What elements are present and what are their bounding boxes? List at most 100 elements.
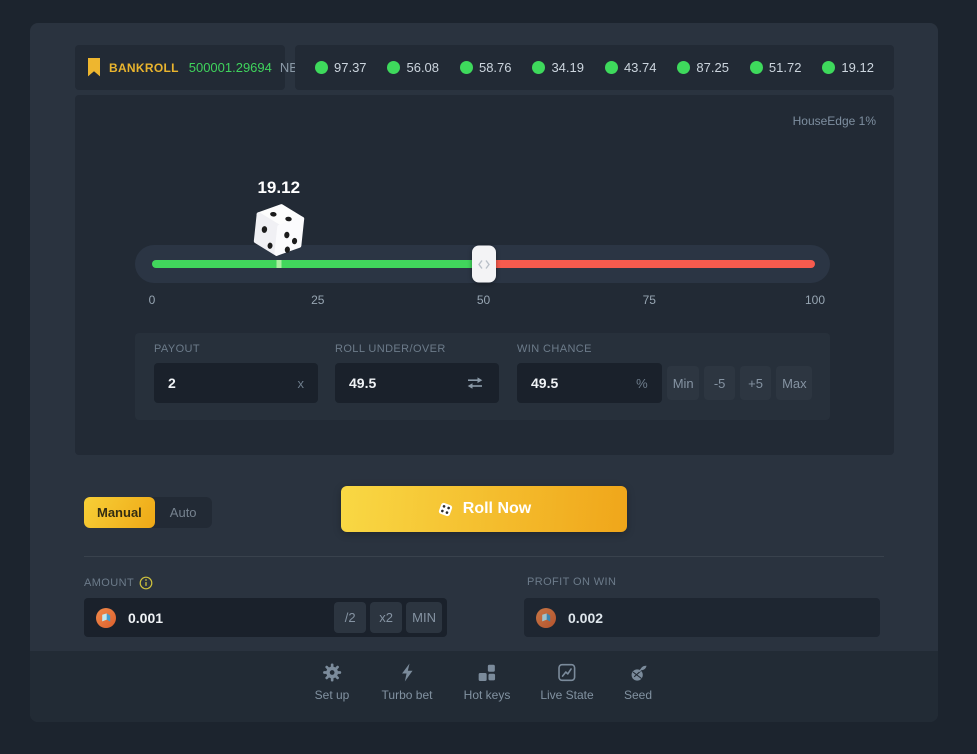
- win-dot-icon: [822, 61, 835, 74]
- amount-min-button[interactable]: MIN: [406, 602, 442, 633]
- win-chance-plus5-button[interactable]: +5: [740, 366, 771, 400]
- gear-icon: [322, 663, 341, 682]
- scale-tick-label: 75: [643, 293, 656, 307]
- profit-on-win-field: 0.002: [524, 598, 880, 637]
- win-dot-icon: [387, 61, 400, 74]
- roll-history-item: 56.08: [387, 60, 439, 75]
- dice-game-card: BANKROLL 500001.29694 NBX 97.37 56.08 58…: [30, 23, 938, 722]
- amount-input[interactable]: [128, 610, 330, 626]
- mode-manual-button[interactable]: Manual: [84, 497, 155, 528]
- win-chance-min-button[interactable]: Min: [667, 366, 699, 400]
- roll-history-value: 19.12: [841, 60, 874, 75]
- footer-item-set-up[interactable]: Set up: [315, 663, 350, 702]
- chevron-left-icon: [478, 259, 483, 269]
- slider-scale: 0 25 50 75 100: [152, 293, 815, 307]
- amount-double-button[interactable]: x2: [370, 602, 402, 633]
- win-chance-minus5-button[interactable]: -5: [704, 366, 735, 400]
- mode-auto-button[interactable]: Auto: [155, 497, 212, 528]
- amount-section-label: AMOUNT: [84, 576, 153, 590]
- profit-section-label: PROFIT ON WIN: [527, 576, 616, 588]
- chart-frame-icon: [558, 663, 577, 682]
- win-chance-suffix: %: [636, 376, 648, 391]
- footer-toolbar: Set up Turbo bet Hot keys: [30, 651, 938, 722]
- bookmark-icon: [87, 58, 101, 77]
- roll-now-label: Roll Now: [463, 500, 531, 518]
- section-divider: [84, 556, 884, 557]
- roll-history-item: 43.74: [605, 60, 657, 75]
- roll-history-value: 87.25: [696, 60, 729, 75]
- footer-item-live-state[interactable]: Live State: [540, 663, 593, 702]
- roll-history-item: 19.12: [822, 60, 874, 75]
- payout-input[interactable]: [168, 375, 292, 391]
- win-dot-icon: [532, 61, 545, 74]
- scale-tick-label: 50: [477, 293, 490, 307]
- roll-history-item: 51.72: [750, 60, 802, 75]
- swap-direction-icon[interactable]: [465, 375, 485, 391]
- win-chance-field: %: [517, 363, 662, 403]
- game-panel: HouseEdge 1% 19.12: [75, 95, 894, 455]
- coin-icon: [96, 608, 116, 628]
- scale-tick-label: 25: [311, 293, 324, 307]
- roll-now-button[interactable]: Roll Now: [341, 486, 627, 532]
- roll-history-value: 58.76: [479, 60, 512, 75]
- profit-label-text: PROFIT ON WIN: [527, 576, 616, 588]
- amount-half-button[interactable]: /2: [334, 602, 366, 633]
- profit-value: 0.002: [568, 610, 603, 626]
- footer-item-turbo-bet[interactable]: Turbo bet: [382, 663, 433, 702]
- roll-history-value: 56.08: [406, 60, 439, 75]
- footer-item-label: Turbo bet: [382, 688, 433, 702]
- scale-tick-label: 100: [805, 293, 825, 307]
- win-chance-group: WIN CHANCE % Min -5 +5 Max: [517, 343, 812, 403]
- roll-under-over-label: ROLL UNDER/OVER: [335, 343, 499, 355]
- scale-tick-label: 0: [149, 293, 156, 307]
- chevron-right-icon: [485, 259, 490, 269]
- roll-history-value: 43.74: [624, 60, 657, 75]
- footer-item-label: Set up: [315, 688, 350, 702]
- slider-track-container: 19.12: [135, 245, 830, 283]
- roll-result-value: 19.12: [257, 178, 300, 198]
- track-green: [152, 260, 484, 268]
- footer-item-seed[interactable]: Seed: [624, 663, 652, 702]
- dice-small-icon: [437, 501, 454, 518]
- win-chance-input[interactable]: [531, 375, 630, 391]
- win-dot-icon: [315, 61, 328, 74]
- win-chance-max-button[interactable]: Max: [776, 366, 812, 400]
- amount-field: /2 x2 MIN: [84, 598, 447, 637]
- bankroll-value: 500001.29694: [189, 60, 272, 75]
- info-icon[interactable]: [139, 576, 153, 590]
- payout-group: PAYOUT x: [154, 343, 318, 403]
- footer-item-hot-keys[interactable]: Hot keys: [464, 663, 511, 702]
- roll-history-value: 34.19: [551, 60, 584, 75]
- bankroll-panel: BANKROLL 500001.29694 NBX: [75, 45, 285, 90]
- win-dot-icon: [750, 61, 763, 74]
- footer-item-label: Seed: [624, 688, 652, 702]
- track-red: [484, 260, 816, 268]
- roll-history-bar: 97.37 56.08 58.76 34.19 43.74 87.25 51.7…: [295, 45, 894, 90]
- roll-under-over-field: [335, 363, 499, 403]
- lightning-icon: [398, 663, 415, 682]
- slider-track[interactable]: 19.12: [152, 260, 815, 268]
- payout-suffix: x: [298, 376, 305, 391]
- roll-history-item: 97.37: [315, 60, 367, 75]
- keys-icon: [478, 663, 497, 682]
- bankroll-label: BANKROLL: [109, 61, 179, 75]
- roll-history-value: 97.37: [334, 60, 367, 75]
- dice-icon: [252, 203, 306, 262]
- slider-handle[interactable]: [472, 246, 496, 283]
- win-dot-icon: [460, 61, 473, 74]
- win-chance-label: WIN CHANCE: [517, 343, 812, 355]
- roll-history-item: 34.19: [532, 60, 584, 75]
- roll-history-item: 87.25: [677, 60, 729, 75]
- footer-item-label: Hot keys: [464, 688, 511, 702]
- seed-icon: [629, 663, 648, 682]
- roll-under-over-input[interactable]: [349, 375, 465, 391]
- win-dot-icon: [677, 61, 690, 74]
- win-dot-icon: [605, 61, 618, 74]
- roll-history-value: 51.72: [769, 60, 802, 75]
- coin-icon: [536, 608, 556, 628]
- roll-under-over-group: ROLL UNDER/OVER: [335, 343, 499, 403]
- house-edge-label: HouseEdge 1%: [793, 114, 876, 128]
- payout-field: x: [154, 363, 318, 403]
- payout-label: PAYOUT: [154, 343, 318, 355]
- footer-item-label: Live State: [540, 688, 593, 702]
